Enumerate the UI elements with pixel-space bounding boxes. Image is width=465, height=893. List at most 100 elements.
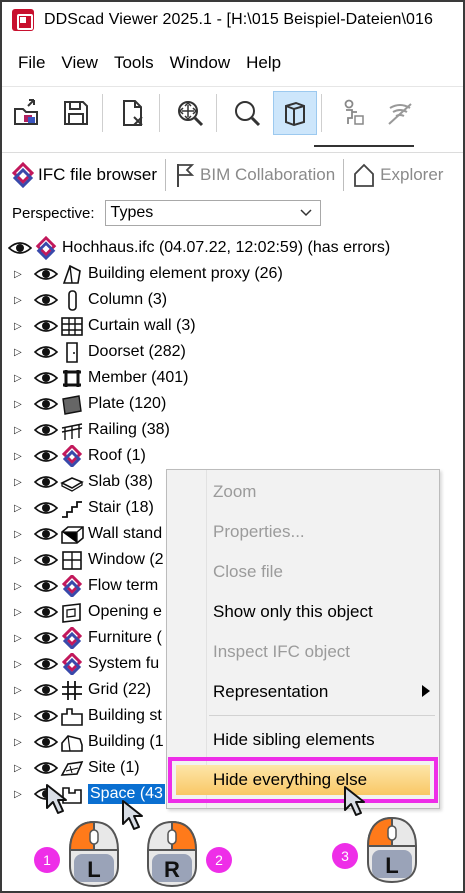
expand-arrow-icon[interactable]: ▷ bbox=[14, 659, 26, 670]
eye-icon[interactable] bbox=[34, 266, 58, 282]
tree-item[interactable]: ▷ Slab (38) bbox=[2, 469, 153, 495]
menu-file[interactable]: File bbox=[18, 53, 45, 73]
tree-item[interactable]: ▷ Flow term bbox=[2, 573, 158, 599]
eye-icon[interactable] bbox=[34, 344, 58, 360]
eye-icon[interactable] bbox=[8, 240, 32, 256]
expand-arrow-icon[interactable]: ▷ bbox=[14, 529, 26, 540]
expand-arrow-icon[interactable]: ▷ bbox=[14, 451, 26, 462]
ctx-zoom[interactable]: Zoom bbox=[213, 482, 256, 502]
ctx-properties[interactable]: Properties... bbox=[213, 522, 305, 542]
eye-icon[interactable] bbox=[34, 630, 58, 646]
eye-icon[interactable] bbox=[34, 500, 58, 516]
eye-icon[interactable] bbox=[34, 656, 58, 672]
expand-arrow-icon[interactable]: ▷ bbox=[14, 763, 26, 774]
eye-icon[interactable] bbox=[34, 578, 58, 594]
tab-explorer[interactable]: Explorer bbox=[352, 162, 443, 188]
zoom-extents-button[interactable] bbox=[168, 91, 212, 135]
expand-arrow-icon[interactable]: ▷ bbox=[14, 477, 26, 488]
save-button[interactable] bbox=[54, 91, 98, 135]
menu-view[interactable]: View bbox=[61, 53, 98, 73]
view-cube-button[interactable] bbox=[273, 90, 317, 135]
open-model-icon bbox=[14, 98, 38, 125]
wifi-button[interactable] bbox=[378, 91, 422, 135]
expand-arrow-icon[interactable]: ▷ bbox=[14, 685, 26, 696]
expand-arrow-icon[interactable]: ▷ bbox=[14, 737, 26, 748]
expand-arrow-icon[interactable]: ▷ bbox=[14, 269, 26, 280]
tree-item[interactable]: ▷ Railing (38) bbox=[2, 417, 170, 443]
zoom-icon bbox=[235, 100, 261, 126]
eye-icon[interactable] bbox=[34, 422, 58, 438]
expand-arrow-icon[interactable]: ▷ bbox=[14, 711, 26, 722]
close-file-button[interactable] bbox=[111, 91, 155, 135]
toolbar-separator bbox=[321, 93, 322, 132]
tree-item[interactable]: ▷ Member (401) bbox=[2, 365, 188, 391]
expand-arrow-icon[interactable]: ▷ bbox=[14, 607, 26, 618]
ctx-hide-sibling-elements[interactable]: Hide sibling elements bbox=[213, 730, 375, 750]
tree-item[interactable]: ▷ Doorset (282) bbox=[2, 339, 186, 365]
tree-item[interactable]: ▷ Window (2 bbox=[2, 547, 164, 573]
eye-icon[interactable] bbox=[34, 526, 58, 542]
tree-item[interactable]: ▷ Roof (1) bbox=[2, 443, 146, 469]
expand-arrow-icon[interactable]: ▷ bbox=[14, 295, 26, 306]
tree-item[interactable]: ▷ Building st bbox=[2, 703, 162, 729]
title-bar: DDScad Viewer 2025.1 - [H:\015 Beispiel-… bbox=[2, 2, 463, 38]
expand-arrow-icon[interactable]: ▷ bbox=[14, 321, 26, 332]
eye-icon[interactable] bbox=[34, 370, 58, 386]
menu-tools[interactable]: Tools bbox=[114, 53, 154, 73]
tree-item[interactable]: ▷ Building element proxy (26) bbox=[2, 261, 283, 287]
tree-item[interactable]: ▷ Wall stand bbox=[2, 521, 162, 547]
tree-item[interactable]: ▷ Stair (18) bbox=[2, 495, 154, 521]
tree-item[interactable]: ▷ Column (3) bbox=[2, 287, 167, 313]
tree-item[interactable]: ▷ Building (1 bbox=[2, 729, 164, 755]
eye-icon[interactable] bbox=[34, 682, 58, 698]
eye-icon[interactable] bbox=[34, 396, 58, 412]
tree-item[interactable]: ▷ Grid (22) bbox=[2, 677, 151, 703]
expand-arrow-icon[interactable]: ▷ bbox=[14, 789, 26, 800]
wall-icon bbox=[61, 526, 84, 544]
left-click-mouse-icon: L bbox=[366, 816, 417, 884]
eye-icon[interactable] bbox=[34, 552, 58, 568]
expand-arrow-icon[interactable]: ▷ bbox=[14, 373, 26, 384]
menu-window[interactable]: Window bbox=[170, 53, 230, 73]
expand-arrow-icon[interactable]: ▷ bbox=[14, 503, 26, 514]
eye-icon[interactable] bbox=[34, 448, 58, 464]
eye-icon[interactable] bbox=[34, 734, 58, 750]
toolbar-separator bbox=[102, 93, 103, 132]
tree-item[interactable]: ▷ System fu bbox=[2, 651, 159, 677]
walk-button[interactable] bbox=[330, 91, 374, 135]
tree-item[interactable]: ▷ Opening e bbox=[2, 599, 162, 625]
tree-item[interactable]: ▷ Plate (120) bbox=[2, 391, 166, 417]
eye-icon[interactable] bbox=[34, 708, 58, 724]
ctx-inspect-ifc-object[interactable]: Inspect IFC object bbox=[213, 642, 350, 662]
eye-icon[interactable] bbox=[34, 292, 58, 308]
zoom-button[interactable] bbox=[225, 91, 269, 135]
perspective-select[interactable]: Types bbox=[104, 200, 321, 226]
mouse-cursor-icon bbox=[46, 784, 67, 814]
member-icon bbox=[63, 370, 81, 387]
eye-icon[interactable] bbox=[34, 760, 58, 776]
expand-arrow-icon[interactable]: ▷ bbox=[14, 347, 26, 358]
tree-item[interactable]: ▷ Furniture ( bbox=[2, 625, 162, 651]
ctx-close-file[interactable]: Close file bbox=[213, 562, 283, 582]
ctx-show-only-this-object[interactable]: Show only this object bbox=[213, 602, 373, 622]
open-model-button[interactable] bbox=[6, 91, 50, 135]
menu-help[interactable]: Help bbox=[246, 53, 281, 73]
expand-arrow-icon[interactable]: ▷ bbox=[14, 633, 26, 644]
expand-arrow-icon[interactable]: ▷ bbox=[14, 581, 26, 592]
eye-icon[interactable] bbox=[34, 318, 58, 334]
eye-icon[interactable] bbox=[34, 474, 58, 490]
tab-bim-collaboration[interactable]: BIM Collaboration bbox=[174, 162, 335, 188]
tree-item-label: Building (1 bbox=[88, 733, 164, 750]
ctx-hide-everything-else[interactable]: Hide everything else bbox=[168, 757, 438, 803]
tree-root[interactable]: Hochhaus.ifc (04.07.22, 12:02:59) (has e… bbox=[8, 235, 390, 261]
tree-item-label: Stair (18) bbox=[88, 499, 154, 516]
expand-arrow-icon[interactable]: ▷ bbox=[14, 555, 26, 566]
tree-item[interactable]: ▷ Site (1) bbox=[2, 755, 140, 781]
ctx-representation[interactable]: Representation bbox=[213, 682, 328, 702]
tab-ifc-file-browser[interactable]: IFC file browser bbox=[10, 161, 157, 188]
expand-arrow-icon[interactable]: ▷ bbox=[14, 425, 26, 436]
eye-icon[interactable] bbox=[34, 604, 58, 620]
expand-arrow-icon[interactable]: ▷ bbox=[14, 399, 26, 410]
grid-icon bbox=[62, 681, 82, 700]
tree-item[interactable]: ▷ Curtain wall (3) bbox=[2, 313, 196, 339]
